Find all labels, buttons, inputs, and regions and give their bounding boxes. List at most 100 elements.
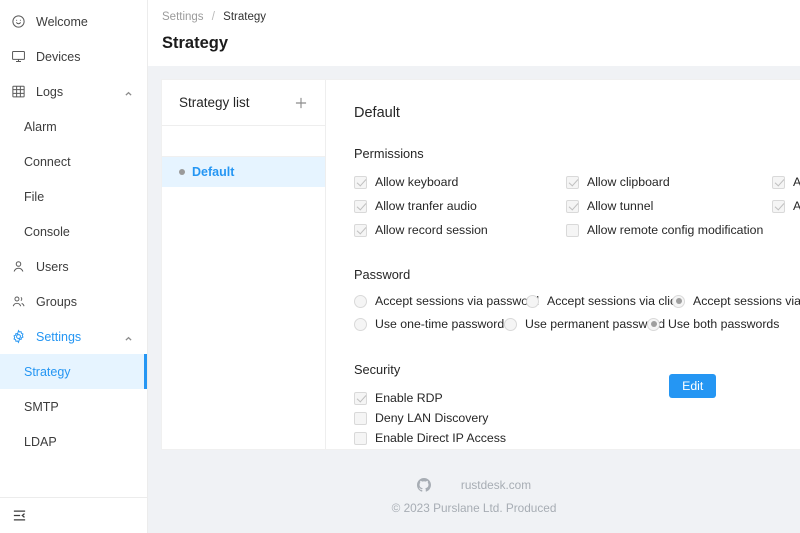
checkbox-icon[interactable] [772,176,785,189]
smiley-icon [11,14,26,29]
sidebar-item-label: Logs [36,85,63,99]
checkbox-icon[interactable] [354,200,367,213]
main-content: Settings / Strategy Strategy Strategy li… [148,0,800,533]
sidebar-item-smtp[interactable]: SMTP [0,389,147,424]
radio-icon[interactable] [504,318,517,331]
strategy-list-filter[interactable] [162,126,325,157]
sidebar-subitem-label: SMTP [24,400,59,414]
password-type-row: Use one-time password Use permanent pass… [354,317,800,331]
security-label: Enable Direct IP Access [375,431,506,445]
sidebar-item-console[interactable]: Console [0,214,147,249]
permission-label: All [793,175,800,189]
sidebar-item-alarm[interactable]: Alarm [0,109,147,144]
permission-label: Allow keyboard [375,175,458,189]
permissions-section-title: Permissions [354,146,800,161]
sidebar-subitem-label: Console [24,225,70,239]
sidebar-item-label: Settings [36,330,81,344]
strategy-list-panel: Strategy list Default [162,80,326,449]
permission-allow-keyboard[interactable]: Allow keyboard [354,173,566,191]
sidebar-footer [0,497,147,533]
radio-icon[interactable] [526,295,539,308]
checkbox-icon[interactable] [566,200,579,213]
radio-icon[interactable] [354,318,367,331]
security-enable-direct-ip-access[interactable]: Enable Direct IP Access [354,429,800,447]
radio-use-both-passwords[interactable]: Use both passwords [647,317,779,331]
sidebar-item-welcome[interactable]: Welcome [0,4,147,39]
sidebar-item-label: Welcome [36,15,88,29]
chevron-up-icon[interactable] [124,332,133,341]
page-title: Strategy [162,34,800,53]
app-root: Welcome Devices Logs [0,0,800,533]
permission-allow-record-session[interactable]: Allow record session [354,221,566,239]
sidebar-subitem-label: File [24,190,44,204]
sidebar-item-ldap[interactable]: LDAP [0,424,147,459]
permission-allow-clipboard[interactable]: Allow clipboard [566,173,772,191]
checkbox-icon[interactable] [566,224,579,237]
radio-use-permanent-password[interactable]: Use permanent password [504,317,647,331]
sidebar-item-devices[interactable]: Devices [0,39,147,74]
sidebar-item-strategy[interactable]: Strategy [0,354,147,389]
chevron-up-icon[interactable] [124,87,133,96]
radio-accept-sessions-via-click[interactable]: Accept sessions via click [526,294,672,308]
sidebar-subitem-label: Connect [24,155,71,169]
strategy-list-header: Strategy list [162,80,325,126]
permission-label: Allow record session [375,223,488,237]
radio-label: Accept sessions via password [375,294,539,308]
checkbox-icon[interactable] [566,176,579,189]
footer-copyright: © 2023 Purslane Ltd. Produced [148,501,800,515]
breadcrumb-separator: / [212,11,215,23]
permission-allow-tunnel[interactable]: Allow tunnel [566,197,772,215]
sidebar-item-groups[interactable]: Groups [0,284,147,319]
radio-label: Use permanent password [525,317,665,331]
page-footer: rustdesk.com © 2023 Purslane Ltd. Produc… [148,450,800,515]
security-deny-lan-discovery[interactable]: Deny LAN Discovery [354,409,800,427]
sidebar-subitem-label: Alarm [24,120,57,134]
permission-label: Allow tranfer audio [375,199,477,213]
permission-col3-row2[interactable]: All [772,197,800,215]
permission-allow-remote-config-modification[interactable]: Allow remote config modification [566,221,772,239]
strategy-list-item-default[interactable]: Default [162,157,325,187]
checkbox-icon[interactable] [772,200,785,213]
footer-site-link[interactable]: rustdesk.com [461,478,531,492]
permission-label: All [793,199,800,213]
footer-links: rustdesk.com [148,478,800,492]
status-dot-icon [179,169,185,175]
radio-icon[interactable] [647,318,660,331]
sidebar-item-file[interactable]: File [0,179,147,214]
checkbox-icon[interactable] [354,412,367,425]
password-options: Accept sessions via password Accept sess… [354,294,800,340]
checkbox-icon[interactable] [354,176,367,189]
breadcrumb-parent[interactable]: Settings [162,11,204,23]
breadcrumb: Settings / Strategy [162,9,800,25]
edit-button[interactable]: Edit [669,374,716,398]
radio-label: Accept sessions via click [547,294,682,308]
edit-button-row: Edit [326,374,800,398]
radio-use-one-time-password[interactable]: Use one-time password [354,317,504,331]
permission-allow-transfer-audio[interactable]: Allow tranfer audio [354,197,566,215]
sidebar-item-connect[interactable]: Connect [0,144,147,179]
content-scroll-area: Strategy list Default [148,66,800,533]
strategy-list-item-label: Default [192,165,234,179]
radio-icon[interactable] [354,295,367,308]
checkbox-icon[interactable] [354,224,367,237]
sidebar: Welcome Devices Logs [0,0,148,533]
sidebar-subitem-label: LDAP [24,435,57,449]
sidebar-item-logs[interactable]: Logs [0,74,147,109]
permissions-grid: Allow keyboard Allow clipboard All [354,173,800,245]
radio-icon[interactable] [672,295,685,308]
breadcrumb-current: Strategy [223,11,266,23]
permission-col3-row3 [772,221,800,239]
sidebar-item-settings[interactable]: Settings [0,319,147,354]
checkbox-icon[interactable] [354,432,367,445]
password-accept-row: Accept sessions via password Accept sess… [354,294,800,308]
menu-fold-icon[interactable] [12,508,27,523]
permission-label: Allow tunnel [587,199,653,213]
radio-accept-sessions-via-both[interactable]: Accept sessions via both [672,294,800,308]
github-icon[interactable] [417,478,431,492]
radio-accept-sessions-via-password[interactable]: Accept sessions via password [354,294,526,308]
permission-col3-row1[interactable]: All [772,173,800,191]
sidebar-item-users[interactable]: Users [0,249,147,284]
permission-label: Allow clipboard [587,175,670,189]
add-strategy-button[interactable] [293,95,309,111]
table-icon [11,84,26,99]
